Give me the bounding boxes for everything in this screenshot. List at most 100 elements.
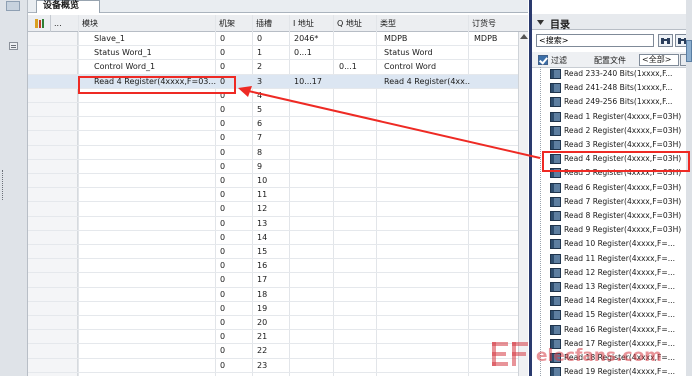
cell-order-number[interactable] bbox=[474, 259, 514, 273]
cell-slot[interactable]: 0 bbox=[257, 32, 287, 46]
cell-i-address[interactable] bbox=[294, 131, 334, 145]
cell-rack[interactable]: 0 bbox=[220, 302, 250, 316]
cell-q-address[interactable] bbox=[339, 160, 379, 174]
cell-rack[interactable]: 0 bbox=[220, 160, 250, 174]
cell-rack[interactable]: 0 bbox=[220, 117, 250, 131]
cell-i-address[interactable] bbox=[294, 245, 334, 259]
catalog-item[interactable]: Read 12 Register(4xxxx,F=... bbox=[548, 266, 692, 280]
table-row[interactable]: 0 16 bbox=[28, 259, 518, 274]
column-header-order-number[interactable]: 订货号 bbox=[468, 15, 496, 32]
cell-rack[interactable]: 0 bbox=[220, 231, 250, 245]
cell-q-address[interactable] bbox=[339, 344, 379, 358]
table-row[interactable]: 05 bbox=[28, 103, 518, 118]
cell-module[interactable] bbox=[94, 245, 234, 259]
cell-type[interactable] bbox=[384, 259, 470, 273]
catalog-item[interactable]: Read 9 Register(4xxxx,F=03H) bbox=[548, 223, 692, 237]
cell-module[interactable] bbox=[94, 188, 234, 202]
cell-q-address[interactable] bbox=[339, 245, 379, 259]
catalog-item[interactable]: Read 15 Register(4xxxx,F=... bbox=[548, 308, 692, 322]
cell-rack[interactable]: 0 bbox=[220, 146, 250, 160]
cell-slot[interactable]: 16 bbox=[257, 259, 287, 273]
cell-slot[interactable]: 14 bbox=[257, 231, 287, 245]
cell-order-number[interactable] bbox=[474, 302, 514, 316]
cell-rack[interactable]: 0 bbox=[220, 273, 250, 287]
table-row[interactable]: 0 22 bbox=[28, 344, 518, 359]
catalog-item[interactable]: Read 8 Register(4xxxx,F=03H) bbox=[548, 209, 692, 223]
cell-q-address[interactable] bbox=[339, 359, 379, 373]
cell-q-address[interactable] bbox=[339, 103, 379, 117]
table-row[interactable]: 0 19 bbox=[28, 302, 518, 316]
cell-module[interactable]: Status Word_1 bbox=[94, 46, 234, 60]
cell-rack[interactable]: 0 bbox=[220, 330, 250, 344]
cell-module[interactable] bbox=[94, 288, 234, 302]
cell-order-number[interactable] bbox=[474, 316, 514, 330]
cell-i-address[interactable] bbox=[294, 259, 334, 273]
cell-order-number[interactable] bbox=[474, 273, 514, 287]
cell-rack[interactable]: 0 bbox=[220, 202, 250, 216]
cell-type[interactable] bbox=[384, 359, 470, 373]
table-row[interactable]: 08 bbox=[28, 146, 518, 160]
table-row[interactable]: 0 21 bbox=[28, 330, 518, 345]
catalog-item[interactable]: Read 10 Register(4xxxx,F=... bbox=[548, 237, 692, 251]
column-header-module[interactable]: 模块 bbox=[78, 15, 98, 32]
cell-type[interactable]: Read 4 Register(4xx... bbox=[384, 75, 470, 89]
cell-i-address[interactable] bbox=[294, 217, 334, 231]
cell-module[interactable] bbox=[94, 174, 234, 188]
cell-q-address[interactable] bbox=[339, 146, 379, 160]
cell-type[interactable] bbox=[384, 103, 470, 117]
cell-i-address[interactable] bbox=[294, 146, 334, 160]
cell-i-address[interactable]: 0...1 bbox=[294, 46, 334, 60]
filter-checkbox[interactable] bbox=[538, 55, 548, 65]
cell-i-address[interactable] bbox=[294, 60, 334, 74]
side-tab[interactable] bbox=[686, 40, 692, 62]
cell-rack[interactable]: 0 bbox=[220, 316, 250, 330]
cell-type[interactable] bbox=[384, 146, 470, 160]
cell-i-address[interactable] bbox=[294, 273, 334, 287]
cell-rack[interactable]: 0 bbox=[220, 174, 250, 188]
cell-i-address[interactable] bbox=[294, 231, 334, 245]
cell-order-number[interactable]: MDPB bbox=[474, 32, 514, 46]
catalog-item[interactable]: Read 233-240 Bits(1xxxx,F... bbox=[548, 67, 692, 81]
cell-rack[interactable]: 0 bbox=[220, 245, 250, 259]
cell-type[interactable]: Control Word bbox=[384, 60, 470, 74]
column-header-q-address[interactable]: Q 地址 bbox=[333, 15, 362, 32]
cell-slot[interactable]: 20 bbox=[257, 316, 287, 330]
column-header-rack[interactable]: 机架 bbox=[215, 15, 235, 32]
cell-slot[interactable]: 10 bbox=[257, 174, 287, 188]
cell-i-address[interactable] bbox=[294, 359, 334, 373]
cell-q-address[interactable] bbox=[339, 32, 379, 46]
cell-order-number[interactable] bbox=[474, 89, 514, 103]
cell-slot[interactable]: 3 bbox=[257, 75, 287, 89]
cell-rack[interactable]: 0 bbox=[220, 259, 250, 273]
cell-module[interactable] bbox=[94, 131, 234, 145]
cell-rack[interactable]: 0 bbox=[220, 359, 250, 373]
splitter-grip[interactable] bbox=[2, 170, 5, 200]
cell-type[interactable] bbox=[384, 117, 470, 131]
table-row[interactable]: 0 17 bbox=[28, 273, 518, 288]
cell-q-address[interactable] bbox=[339, 273, 379, 287]
cell-slot[interactable]: 15 bbox=[257, 245, 287, 259]
catalog-item[interactable]: Read 6 Register(4xxxx,F=03H) bbox=[548, 181, 692, 195]
cell-order-number[interactable] bbox=[474, 231, 514, 245]
cell-type[interactable] bbox=[384, 316, 470, 330]
cell-module[interactable] bbox=[94, 359, 234, 373]
cell-type[interactable] bbox=[384, 131, 470, 145]
table-row[interactable]: 0 18 bbox=[28, 288, 518, 302]
cell-slot[interactable]: 6 bbox=[257, 117, 287, 131]
cell-rack[interactable]: 0 bbox=[220, 60, 250, 74]
cell-i-address[interactable] bbox=[294, 316, 334, 330]
cell-order-number[interactable] bbox=[474, 75, 514, 89]
cell-module[interactable] bbox=[94, 330, 234, 344]
cell-q-address[interactable] bbox=[339, 188, 379, 202]
cell-order-number[interactable] bbox=[474, 103, 514, 117]
cell-order-number[interactable] bbox=[474, 160, 514, 174]
cell-order-number[interactable] bbox=[474, 60, 514, 74]
cell-i-address[interactable] bbox=[294, 117, 334, 131]
cell-i-address[interactable] bbox=[294, 288, 334, 302]
table-row[interactable]: 0 20 bbox=[28, 316, 518, 331]
cell-type[interactable] bbox=[384, 174, 470, 188]
cell-slot[interactable]: 7 bbox=[257, 131, 287, 145]
search-backward-button[interactable] bbox=[658, 34, 673, 47]
tab-device-overview[interactable]: 设备概览 bbox=[36, 0, 100, 13]
cell-slot[interactable]: 21 bbox=[257, 330, 287, 344]
